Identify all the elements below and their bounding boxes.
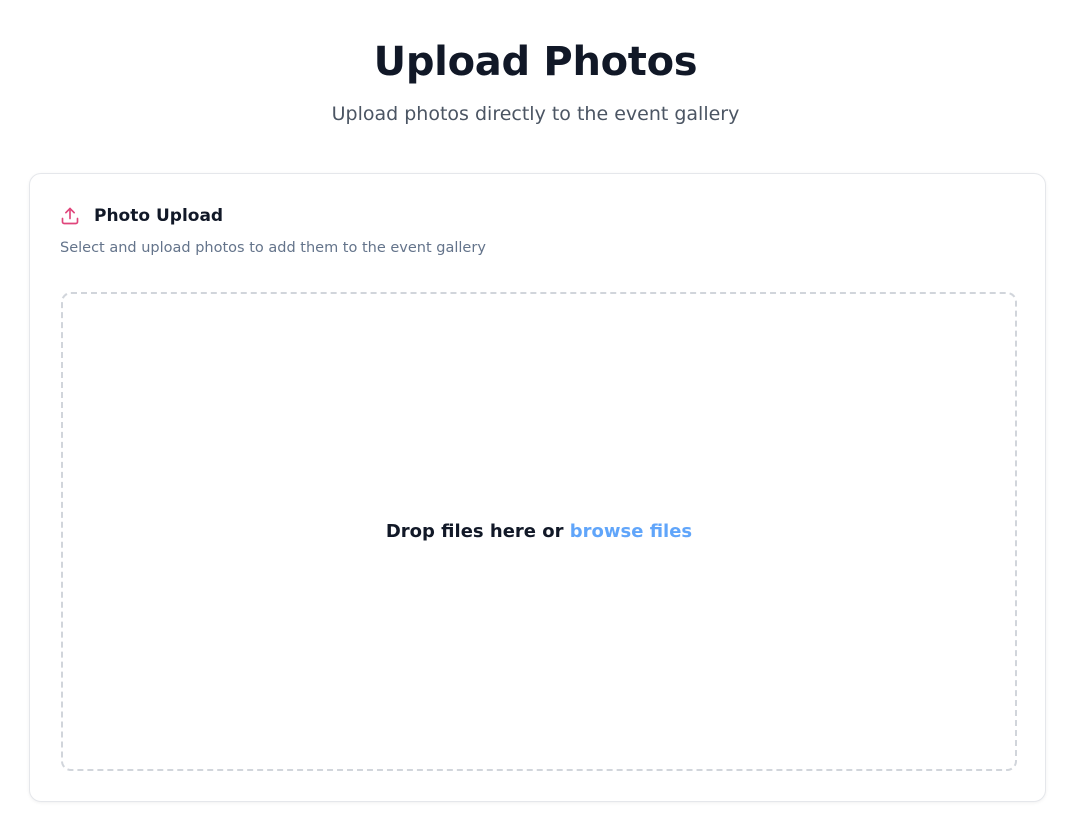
dropzone-prompt: Drop files here or browse files xyxy=(386,520,692,544)
card-description: Select and upload photos to add them to … xyxy=(60,240,486,256)
photo-upload-card: Photo Upload Select and upload photos to… xyxy=(29,173,1046,802)
dropzone-prompt-text: Drop files here or xyxy=(385,520,570,542)
page-subtitle: Upload photos directly to the event gall… xyxy=(331,103,740,125)
file-dropzone[interactable]: Drop files here or browse files xyxy=(61,292,1017,771)
upload-icon xyxy=(60,206,80,226)
page-title: Upload Photos xyxy=(373,39,698,85)
card-header: Photo Upload xyxy=(60,204,223,228)
browse-files-link[interactable]: browse files xyxy=(570,521,692,542)
card-title: Photo Upload xyxy=(94,206,224,226)
